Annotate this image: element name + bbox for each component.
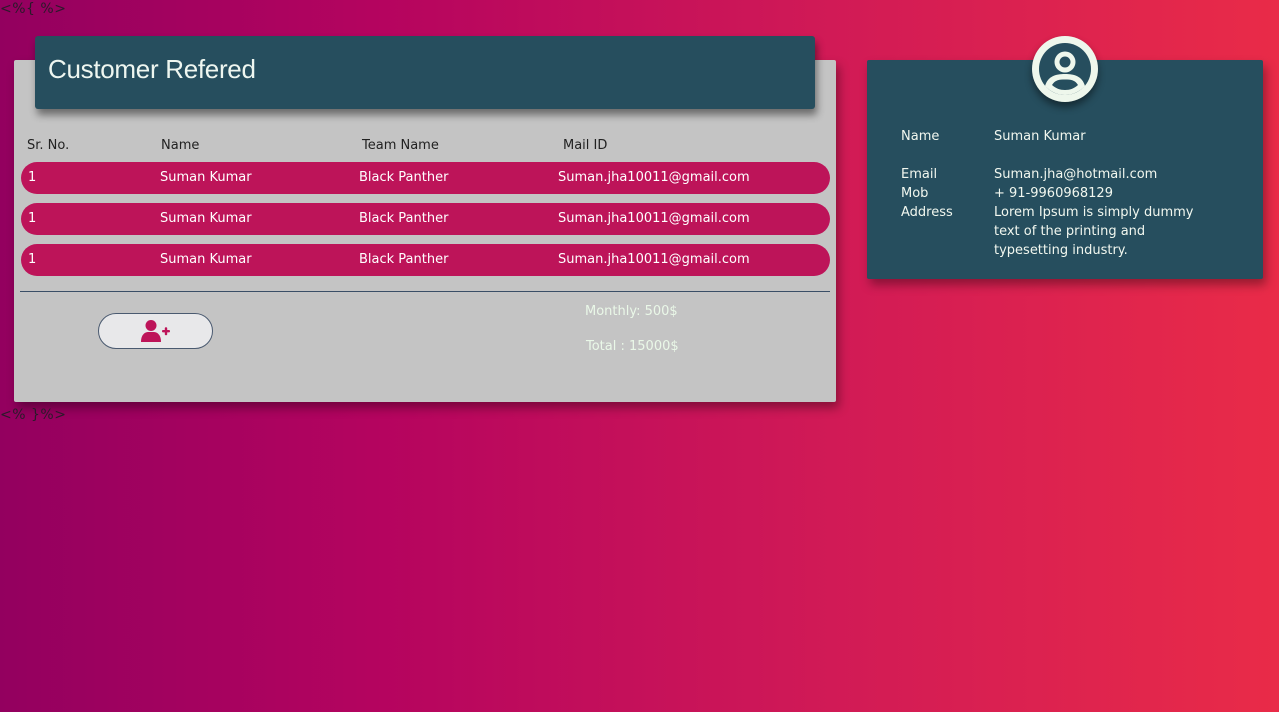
cell-team-name: Black Panther [359,252,449,267]
column-header-name: Name [161,138,200,153]
cell-sr-no: 1 [28,170,37,185]
column-header-sr-no: Sr. No. [27,138,70,153]
profile-address-value: Lorem Ipsum is simply dummy text of the … [994,205,1194,258]
table-row[interactable]: 1 Suman Kumar Black Panther Suman.jha100… [21,244,830,276]
user-circle-icon [1032,36,1098,102]
profile-name-value: Suman Kumar [994,129,1086,144]
column-header-team-name: Team Name [362,138,439,153]
cell-mail-id: Suman.jha10011@gmail.com [558,252,750,267]
column-header-mail-id: Mail ID [563,138,608,153]
profile-email-value: Suman.jha@hotmail.com [994,167,1158,182]
monthly-amount: Monthly: 500$ [585,304,678,319]
template-open-tag: <%{ %> [0,1,67,17]
divider [20,291,830,292]
avatar [1032,36,1098,102]
profile-name-label: Name [901,129,940,144]
total-amount: Total : 15000$ [586,339,679,354]
cell-mail-id: Suman.jha10011@gmail.com [558,211,750,226]
cell-team-name: Black Panther [359,211,449,226]
table-row[interactable]: 1 Suman Kumar Black Panther Suman.jha100… [21,162,830,194]
profile-mob-value: + 91-9960968129 [994,186,1113,201]
page-title: Customer Refered [48,54,256,84]
cell-team-name: Black Panther [359,170,449,185]
cell-sr-no: 1 [28,252,37,267]
customer-referred-header: Customer Refered [35,36,815,109]
template-close-tag: <% }%> [0,407,67,423]
add-customer-button[interactable] [98,313,213,349]
user-plus-icon [140,320,170,342]
cell-name: Suman Kumar [160,170,252,185]
cell-sr-no: 1 [28,211,37,226]
cell-name: Suman Kumar [160,211,252,226]
cell-mail-id: Suman.jha10011@gmail.com [558,170,750,185]
profile-email-label: Email [901,167,938,182]
cell-name: Suman Kumar [160,252,252,267]
profile-address-label: Address [901,205,953,220]
profile-mob-label: Mob [901,186,929,201]
table-row[interactable]: 1 Suman Kumar Black Panther Suman.jha100… [21,203,830,235]
